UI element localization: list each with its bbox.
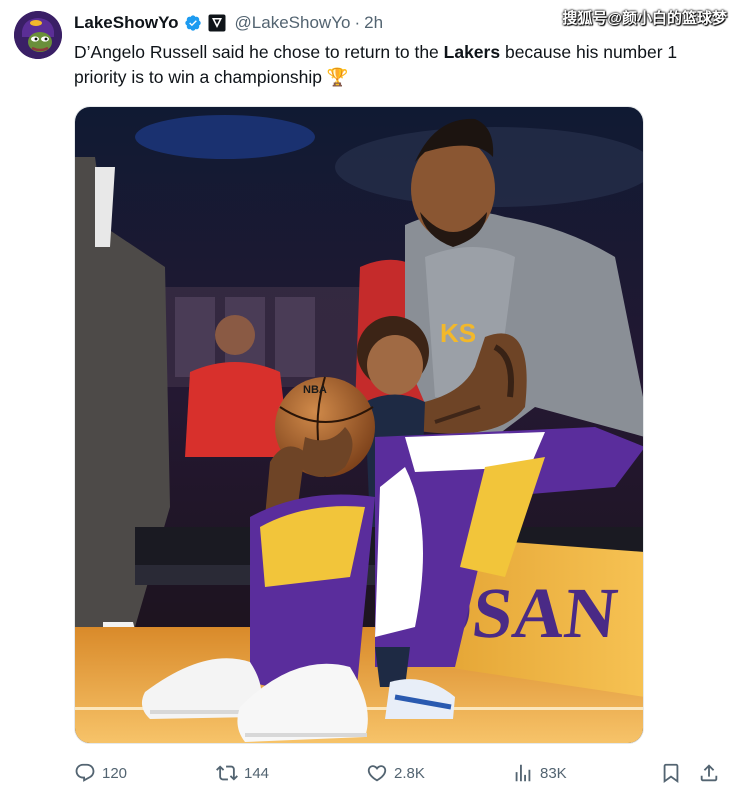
heart-icon — [367, 765, 387, 782]
trophy-emoji: 🏆 — [326, 67, 349, 87]
watermark: 搜狐号@颜小白的篮球梦 — [562, 10, 727, 27]
affiliation-icon[interactable] — [208, 14, 226, 32]
repost-icon — [216, 765, 238, 781]
avatar[interactable] — [14, 11, 62, 59]
avatar-image — [14, 11, 62, 59]
timestamp[interactable]: 2h — [364, 13, 383, 33]
reply-count: 120 — [102, 764, 128, 782]
tweet-text: D’Angelo Russell said he chose to return… — [74, 40, 724, 90]
views-button[interactable]: 83K — [512, 760, 567, 786]
like-button[interactable]: 2.8K — [366, 760, 425, 786]
like-count: 2.8K — [394, 764, 425, 782]
share-button[interactable] — [698, 760, 720, 786]
views-count: 83K — [540, 764, 567, 782]
tweet-text-bold: Lakers — [443, 42, 501, 62]
share-icon — [700, 764, 718, 782]
tweet-text-part: D’Angelo Russell said he chose to return… — [74, 42, 444, 62]
svg-text:NBA: NBA — [303, 384, 327, 396]
display-name[interactable]: LakeShowYo — [74, 13, 179, 33]
separator-dot: · — [354, 13, 361, 32]
views-icon — [515, 764, 531, 782]
reply-icon — [75, 763, 95, 782]
user-handle[interactable]: @LakeShowYo — [235, 13, 351, 33]
bookmark-button[interactable] — [660, 760, 682, 786]
tweet-media[interactable]: OSAN KS NBA — [74, 106, 644, 744]
action-bar: 120 144 2.8K 83K — [74, 760, 724, 786]
bookmark-icon — [663, 763, 679, 784]
verified-badge-icon[interactable] — [184, 14, 202, 32]
tweet-header: LakeShowYo @LakeShowYo · 2h — [74, 12, 383, 34]
repost-button[interactable]: 144 — [216, 760, 269, 786]
repost-count: 144 — [244, 764, 270, 782]
reply-button[interactable]: 120 — [74, 760, 127, 786]
svg-text:KS: KS — [440, 318, 476, 348]
tweet-card[interactable]: LakeShowYo @LakeShowYo · 2h 搜狐号@颜小白的篮球梦 … — [0, 0, 739, 802]
media-photo: OSAN KS NBA — [75, 107, 643, 743]
